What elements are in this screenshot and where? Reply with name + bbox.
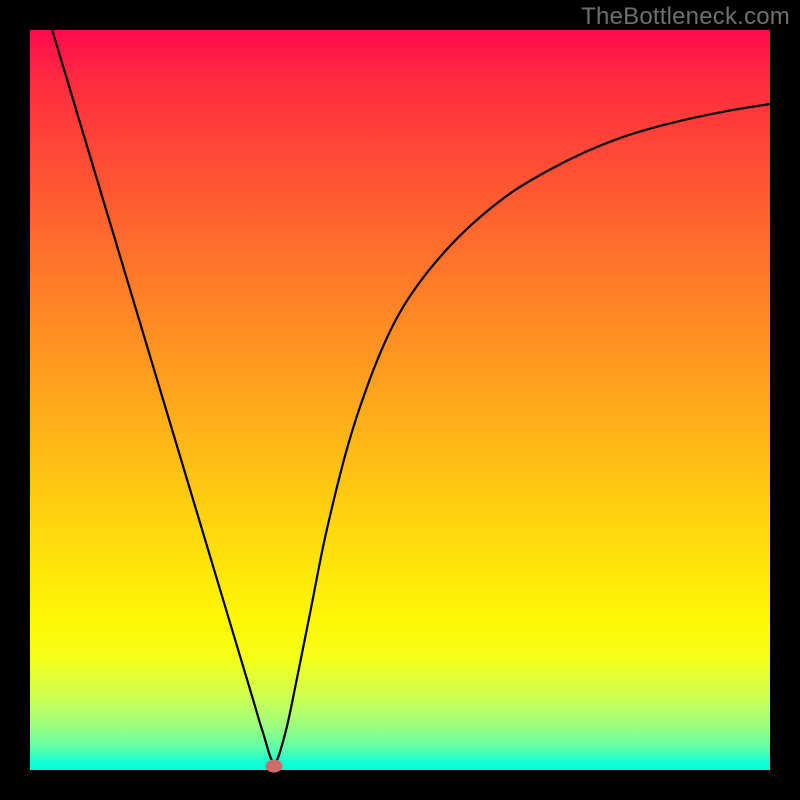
plot-area [30,30,770,770]
minimum-marker [266,760,283,773]
watermark-text: TheBottleneck.com [581,3,790,31]
bottleneck-curve [30,30,770,770]
curve-path [52,30,770,763]
chart-container: TheBottleneck.com [0,0,800,800]
